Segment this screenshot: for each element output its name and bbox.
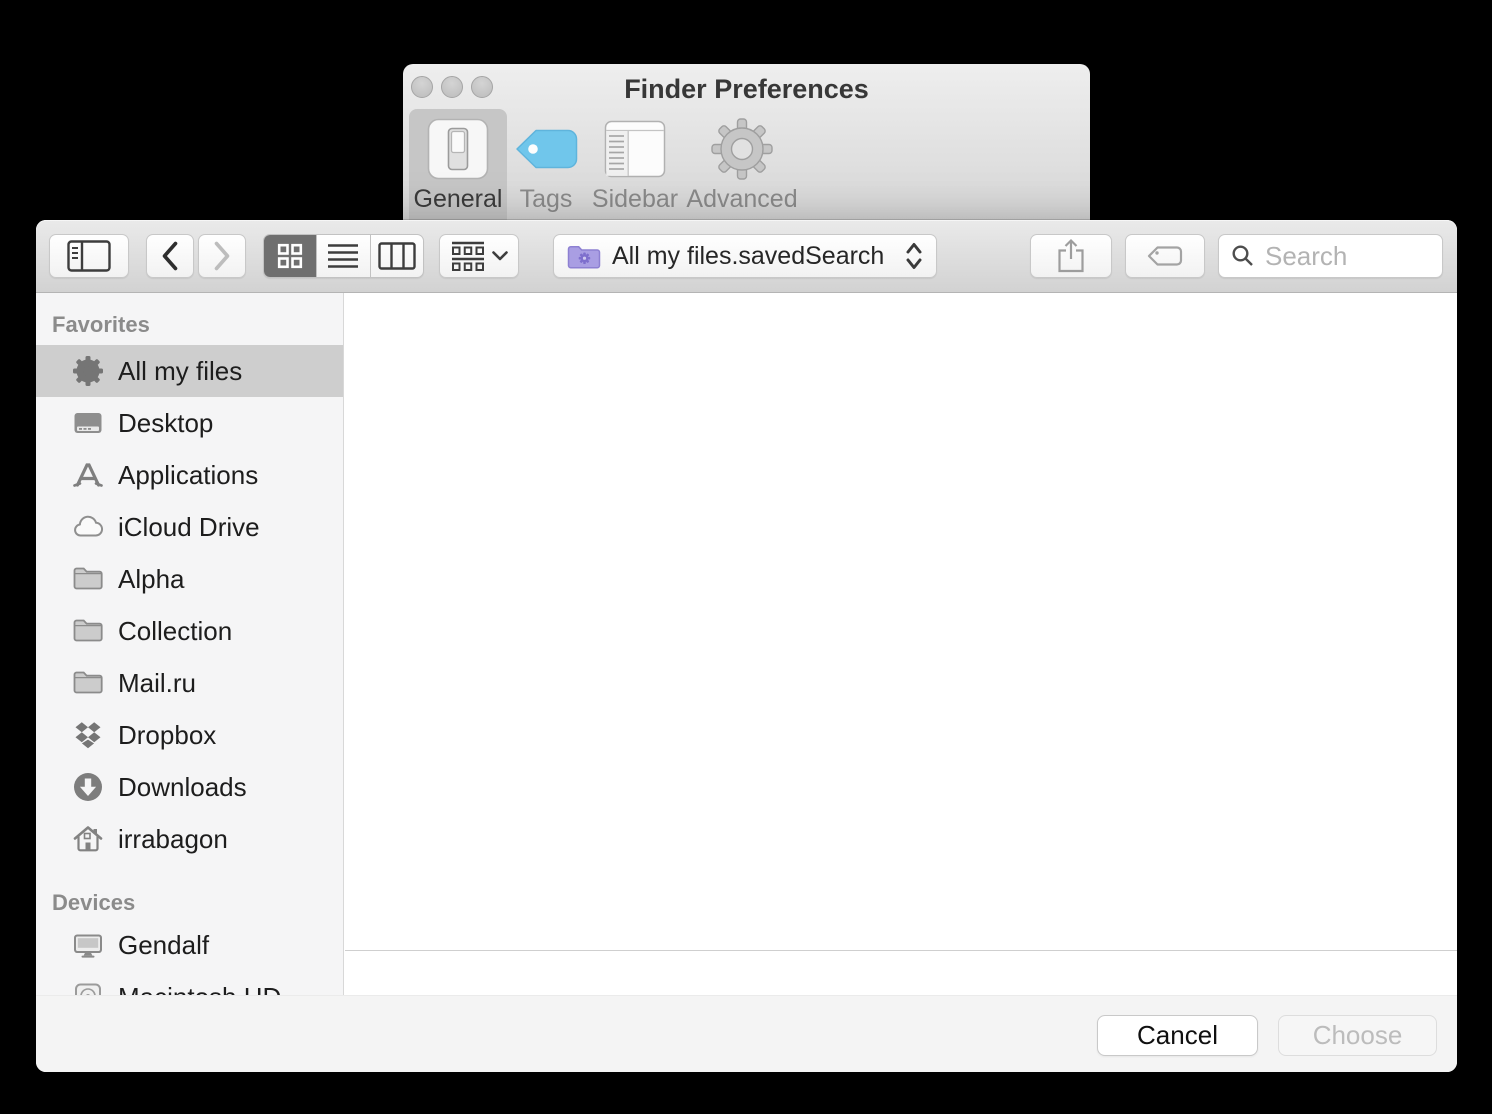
location-popup-label: All my files.savedSearch [612, 241, 885, 270]
sidebar-item-dropbox[interactable]: Dropbox [36, 709, 343, 761]
dialog-footer: Cancel Choose [36, 995, 1457, 1072]
share-icon [1056, 238, 1086, 274]
sidebar-item-all-my-files[interactable]: All my files [36, 345, 343, 397]
gear-icon [72, 355, 104, 387]
file-chooser-dialog: All my files.savedSearch Search Favorite… [36, 220, 1457, 1072]
devices-section-header: Devices [52, 890, 136, 915]
chevron-down-icon [491, 251, 508, 261]
sidebar-item-irrabagon[interactable]: irrabagon [36, 813, 343, 865]
tab-advanced[interactable]: Advanced [686, 109, 798, 233]
folder-icon [72, 615, 104, 647]
arrange-button[interactable] [439, 234, 519, 278]
desktop-icon [72, 407, 104, 439]
popup-up-down-chevrons-icon [905, 240, 923, 272]
toggle-sidebar-button[interactable] [49, 234, 129, 278]
tab-advanced-label: Advanced [686, 185, 798, 213]
tab-tags-label: Tags [519, 185, 573, 213]
finder-preferences-window: Finder Preferences General Tags Sidebar … [403, 64, 1090, 233]
sidebar-item-desktop[interactable]: Desktop [36, 397, 343, 449]
favorites-section-header: Favorites [52, 312, 150, 337]
chevron-right-icon [212, 241, 232, 271]
sidebar-item-label: iCloud Drive [118, 511, 260, 542]
tab-sidebar-label: Sidebar [591, 185, 679, 213]
choose-button[interactable]: Choose [1278, 1015, 1437, 1056]
gear-large-icon [710, 118, 774, 180]
tab-sidebar[interactable]: Sidebar [592, 109, 678, 233]
applications-icon [72, 459, 104, 491]
display-icon [72, 929, 104, 961]
tag-blue-icon [513, 118, 579, 180]
group-items-icon [451, 241, 485, 271]
sidebar-item-label: Applications [118, 459, 259, 490]
dialog-toolbar: All my files.savedSearch [36, 220, 1457, 293]
tab-general-label: General [413, 185, 503, 213]
dialog-sidebar: Favorites All my files Desktop Applicati… [36, 293, 344, 995]
tab-general[interactable]: General [409, 109, 507, 233]
search-field[interactable] [1218, 234, 1443, 278]
chevron-left-icon [160, 241, 180, 271]
sidebar-window-icon [604, 118, 666, 180]
tag-icon [1146, 243, 1184, 269]
sidebar-item-label: Mail.ru [118, 667, 197, 698]
sidebar-item-applications[interactable]: Applications [36, 449, 343, 501]
sidebar-toggle-icon [67, 240, 111, 272]
sidebar-item-label: Alpha [118, 563, 185, 594]
window-title: Finder Preferences [624, 74, 869, 104]
view-mode-segmented-control [263, 234, 424, 278]
sidebar-item-label: Gendalf [118, 929, 210, 960]
sidebar-item-alpha[interactable]: Alpha [36, 553, 343, 605]
sidebar-item-label: Macintosh HD [118, 982, 281, 996]
list-view-button[interactable] [317, 235, 371, 277]
location-popup-button[interactable]: All my files.savedSearch [553, 234, 937, 278]
sidebar-item-gendalf[interactable]: Gendalf [36, 919, 343, 971]
harddrive-icon [72, 981, 104, 995]
share-button[interactable] [1030, 234, 1112, 278]
search-icon [1231, 244, 1255, 268]
folder-icon [72, 563, 104, 595]
downloads-icon [72, 771, 104, 803]
sidebar-item-label: Dropbox [118, 719, 217, 750]
cloud-icon [72, 511, 104, 543]
sidebar-item-label: Downloads [118, 771, 247, 802]
list-view-icon [327, 243, 359, 269]
icon-view-button[interactable] [264, 235, 318, 277]
general-toggle-icon [427, 118, 489, 180]
column-view-button[interactable] [371, 235, 423, 277]
sidebar-item-label: Collection [118, 615, 233, 646]
tab-tags[interactable]: Tags [503, 109, 589, 233]
browser-bottom-divider [345, 950, 1457, 951]
sidebar-item-label: irrabagon [118, 823, 228, 854]
search-input[interactable] [1263, 239, 1427, 273]
column-view-icon [378, 242, 416, 270]
cancel-button[interactable]: Cancel [1097, 1015, 1258, 1056]
smart-folder-icon [567, 243, 601, 270]
sidebar-item-label: All my files [118, 355, 243, 386]
sidebar-item-label: Desktop [118, 407, 214, 438]
forward-button[interactable] [198, 234, 246, 278]
dropbox-icon [72, 719, 104, 751]
sidebar-item-mail-ru[interactable]: Mail.ru [36, 657, 343, 709]
sidebar-item-macintosh-hd[interactable]: Macintosh HD [36, 971, 343, 995]
back-button[interactable] [146, 234, 194, 278]
sidebar-item-icloud-drive[interactable]: iCloud Drive [36, 501, 343, 553]
file-browser-area[interactable] [345, 293, 1457, 995]
grid-view-icon [277, 243, 303, 269]
folder-icon [72, 667, 104, 699]
sidebar-item-collection[interactable]: Collection [36, 605, 343, 657]
home-icon [72, 823, 104, 855]
tags-button[interactable] [1125, 234, 1205, 278]
sidebar-item-downloads[interactable]: Downloads [36, 761, 343, 813]
